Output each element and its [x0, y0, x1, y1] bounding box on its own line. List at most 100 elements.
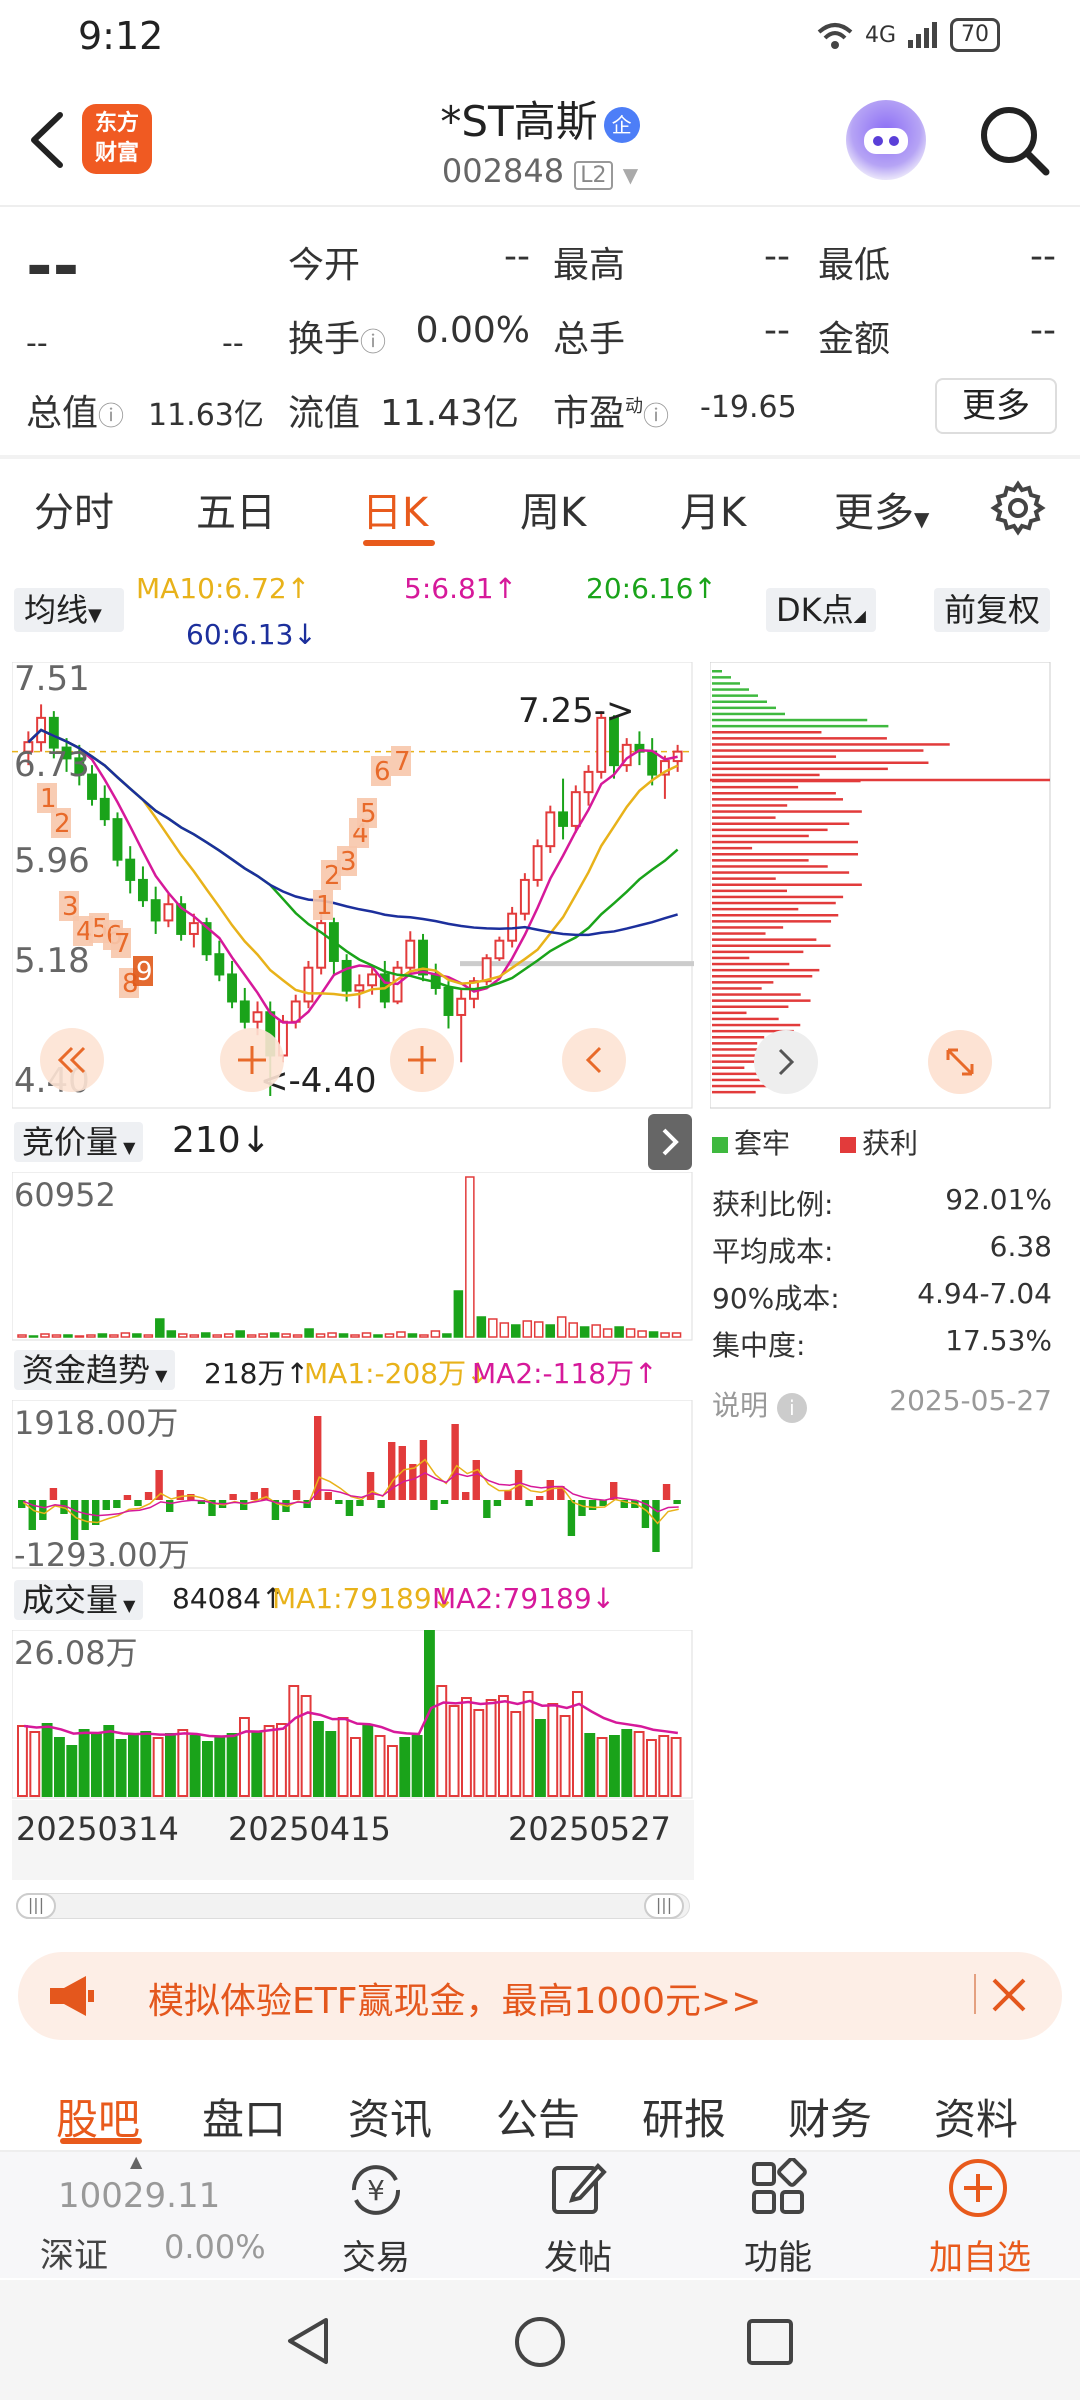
chip-note-row[interactable]: 说明 i 2025-05-27 — [712, 1384, 1052, 1424]
tab-handicap[interactable]: 盘口 — [202, 2086, 286, 2147]
index-value[interactable]: 10029.11 — [58, 2176, 220, 2216]
capital-bar — [70, 1500, 79, 1540]
chart-scrollbar[interactable] — [16, 1893, 690, 1919]
ma20-label: 20:6.16↑ — [586, 572, 717, 605]
auction-bar — [361, 1332, 372, 1338]
chip-bar — [712, 706, 776, 710]
volume-select[interactable]: 成交量 ▼ — [14, 1580, 144, 1620]
capital-bar — [377, 1500, 385, 1508]
mktcap-label: 总值ⓘ — [26, 384, 124, 436]
capital-trend-chart: 1918.00万 -1293.00万 — [12, 1400, 693, 1570]
chip-bar — [712, 975, 813, 978]
capital-bar — [451, 1424, 459, 1500]
tab-more[interactable]: 更多▼ — [834, 480, 929, 538]
nav-home-icon[interactable] — [512, 2314, 568, 2370]
volume-bar — [29, 1731, 41, 1797]
tab-research[interactable]: 研报 — [642, 2086, 726, 2147]
nav-back-icon[interactable] — [282, 2314, 336, 2368]
volume-bar — [633, 1731, 645, 1797]
volume-bar — [609, 1735, 620, 1797]
scroll-handle-left[interactable]: ||| — [16, 1893, 56, 1919]
signal-icon — [908, 22, 937, 48]
chip-note-label: 说明 — [712, 1389, 769, 1422]
volume-bar — [411, 1735, 423, 1797]
auction-bar — [499, 1322, 510, 1338]
chip-bar — [712, 749, 924, 752]
capital-select[interactable]: 资金趋势 ▼ — [14, 1350, 176, 1390]
kline-chart[interactable]: 7.516.735.965.184.407.25-><-4.4012345678… — [12, 662, 694, 1110]
promo-text[interactable]: 模拟体验ETF赢现金，最高1000元>> — [148, 1972, 761, 2024]
tab-five-day[interactable]: 五日 — [196, 480, 276, 538]
more-button[interactable]: 更多 — [935, 378, 1057, 434]
indicator-select[interactable]: 均线▼ — [14, 588, 124, 632]
settings-gear-icon[interactable] — [990, 480, 1046, 536]
volume-bar — [547, 1703, 559, 1797]
auction-bar — [51, 1334, 62, 1338]
capital-bar — [567, 1500, 576, 1536]
candle-body — [367, 973, 378, 987]
chip-bar — [712, 1036, 765, 1039]
candle-body — [239, 1000, 250, 1023]
search-icon[interactable] — [976, 102, 1052, 178]
tab-weekly-k[interactable]: 周K — [520, 480, 586, 538]
candle-body — [252, 1011, 263, 1023]
volume-bar — [165, 1733, 176, 1797]
add-watchlist-label[interactable]: 加自选 — [910, 2230, 1050, 2279]
scroll-handle-right[interactable]: ||| — [644, 1893, 684, 1919]
auction-bar — [338, 1333, 349, 1338]
volume-bar — [128, 1735, 139, 1797]
y-axis-label: 5.18 — [14, 941, 90, 981]
tab-announcements[interactable]: 公告 — [496, 2086, 580, 2147]
stock-name: *ST高斯 — [440, 97, 598, 146]
trade-label[interactable]: 交易 — [306, 2230, 446, 2279]
expand-panel-button[interactable] — [648, 1114, 692, 1170]
volume-max-label: 26.08万 — [14, 1634, 138, 1672]
auction-select[interactable]: 竞价量 ▼ — [14, 1122, 144, 1162]
auction-bar — [155, 1318, 165, 1338]
info-icon[interactable]: ⓘ — [360, 328, 386, 358]
chip-row-value: 6.38 — [989, 1230, 1052, 1263]
tab-news[interactable]: 资讯 — [348, 2086, 432, 2147]
index-pct[interactable]: 0.00% — [164, 2228, 266, 2266]
td-sequence-label: 7 — [114, 929, 131, 959]
svg-text:¥: ¥ — [367, 2174, 385, 2207]
volume-bar — [399, 1737, 411, 1797]
tab-profile[interactable]: 资料 — [934, 2086, 1018, 2147]
function-label[interactable]: 功能 — [708, 2230, 848, 2279]
tab-monthly-k[interactable]: 月K — [680, 480, 746, 538]
auction-bar — [614, 1326, 624, 1338]
info-icon[interactable]: ⓘ — [98, 402, 124, 432]
volume-bar — [251, 1731, 263, 1797]
post-edit-icon[interactable] — [548, 2158, 608, 2218]
chip-bar — [712, 938, 817, 941]
chip-bar — [712, 883, 862, 886]
candle-body — [125, 858, 136, 881]
add-watchlist-icon[interactable] — [946, 2156, 1010, 2220]
chip-row-value: 92.01% — [945, 1183, 1052, 1216]
auction-bar — [40, 1333, 50, 1338]
close-icon[interactable] — [988, 1974, 1030, 2016]
tab-intraday[interactable]: 分时 — [34, 480, 114, 538]
td-sequence-label: 2 — [54, 809, 71, 839]
volume-bar — [658, 1735, 670, 1797]
nav-recent-icon[interactable] — [744, 2316, 796, 2368]
open-label: 今开 — [288, 245, 361, 286]
function-grid-icon[interactable] — [748, 2158, 808, 2218]
tab-finance[interactable]: 财务 — [788, 2086, 872, 2147]
info-icon[interactable]: ⓘ — [643, 402, 669, 432]
volume-bar — [239, 1717, 250, 1797]
chip-distribution-chart[interactable] — [710, 662, 1052, 1110]
volume-bar — [559, 1715, 571, 1797]
trade-yen-icon[interactable]: ¥ — [344, 2158, 408, 2222]
index-name[interactable]: 深证 — [40, 2228, 108, 2277]
assistant-avatar[interactable] — [846, 100, 926, 180]
date-end: 20250527 — [508, 1810, 671, 1848]
chip-bar — [712, 1066, 745, 1069]
tab-daily-k[interactable]: 日K — [362, 480, 428, 538]
dk-point-button[interactable]: DK点◢ — [766, 588, 876, 632]
capital-ma2: MA2:-118万↑ — [472, 1357, 658, 1390]
adjust-button[interactable]: 前复权 — [934, 588, 1051, 632]
post-label[interactable]: 发帖 — [508, 2230, 648, 2279]
chip-bar — [712, 907, 799, 911]
auction-bar — [327, 1332, 337, 1338]
